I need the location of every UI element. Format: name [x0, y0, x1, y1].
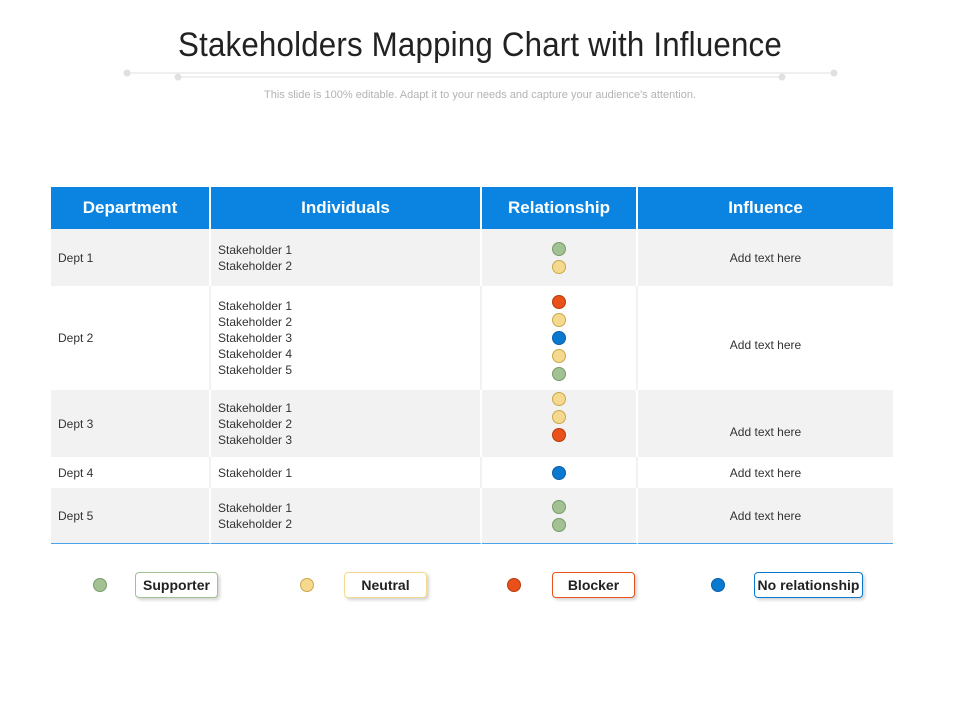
legend-no-relationship-dot: [711, 578, 725, 592]
relationship-cell: [482, 390, 638, 457]
stakeholder-name: Stakeholder 1: [218, 465, 293, 480]
neutral-indicator: [552, 409, 566, 424]
neutral-indicator: [552, 391, 566, 406]
header-relationship: Relationship: [482, 187, 638, 229]
stakeholder-name: Stakeholder 2: [218, 315, 293, 329]
table-row: Dept 5 Stakeholder 1 Stakeholder 2 Add text…: [51, 488, 893, 544]
blocker-indicator: [552, 427, 566, 442]
supporter-indicator: [552, 499, 566, 514]
influence-cell[interactable]: Add text here: [638, 488, 893, 544]
individuals-cell: Stakeholder 1 Stakeholder 2 Stakeholder 3: [211, 390, 482, 457]
no-relationship-indicator: [552, 465, 566, 480]
no-relationship-indicator: [552, 331, 566, 345]
stakeholder-name: Stakeholder 3: [218, 432, 293, 447]
legend-supporter-dot: [93, 578, 107, 592]
slide-subtitle: This slide is 100% editable. Adapt it to…: [264, 89, 696, 101]
neutral-indicator: [552, 313, 566, 327]
individuals-cell: Stakeholder 1 Stakeholder 2: [211, 488, 482, 544]
legend-supporter-label: Supporter: [135, 572, 218, 598]
stakeholder-name: Stakeholder 2: [218, 516, 293, 531]
stakeholder-name: Stakeholder 5: [218, 363, 293, 377]
relationship-cell: [482, 229, 638, 286]
individuals-cell: Stakeholder 1 Stakeholder 2 Stakeholder 3 S…: [211, 286, 482, 390]
neutral-indicator: [552, 259, 566, 274]
table-row: Dept 1 Stakeholder 1 Stakeholder 2 Add text…: [51, 229, 893, 286]
individuals-cell: Stakeholder 1 Stakeholder 2: [211, 229, 482, 286]
individuals-cell: Stakeholder 1: [211, 457, 482, 488]
table-row: Dept 2 Stakeholder 1 Stakeholder 2 Stakehol…: [51, 286, 893, 390]
legend-neutral-dot: [300, 578, 314, 592]
legend-blocker-dot: [507, 578, 521, 592]
slide-title: Stakeholders Mapping Chart with Influenc…: [178, 26, 782, 64]
influence-cell[interactable]: Add text here: [638, 390, 893, 457]
stakeholder-name: Stakeholder 4: [218, 347, 293, 361]
supporter-indicator: [552, 241, 566, 256]
influence-cell[interactable]: Add text here: [638, 286, 893, 390]
legend-no-relationship-label: No relationship: [754, 572, 863, 598]
neutral-indicator: [552, 349, 566, 363]
relationship-cell: [482, 488, 638, 544]
header-influence: Influence: [638, 187, 893, 229]
influence-cell[interactable]: Add text here: [638, 229, 893, 286]
department-cell: Dept 5: [51, 488, 211, 544]
stakeholder-table: Department Individuals Relationship Infl…: [51, 187, 893, 544]
stakeholder-name: Stakeholder 3: [218, 331, 293, 345]
department-cell: Dept 1: [51, 229, 211, 286]
blocker-indicator: [552, 295, 566, 309]
department-cell: Dept 4: [51, 457, 211, 488]
table-row: Dept 4 Stakeholder 1 Add text here: [51, 457, 893, 488]
stakeholder-name: Stakeholder 2: [218, 258, 293, 273]
stakeholder-name: Stakeholder 1: [218, 400, 293, 415]
table-row: Dept 3 Stakeholder 1 Stakeholder 2 Stakehol…: [51, 390, 893, 457]
stakeholder-name: Stakeholder 2: [218, 416, 293, 431]
header-individuals: Individuals: [211, 187, 482, 229]
stakeholder-name: Stakeholder 1: [218, 242, 293, 257]
stakeholder-name: Stakeholder 1: [218, 299, 293, 313]
legend-blocker-label: Blocker: [552, 572, 635, 598]
stakeholder-name: Stakeholder 1: [218, 500, 293, 515]
table-header-row: Department Individuals Relationship Infl…: [51, 187, 893, 229]
relationship-cell: [482, 457, 638, 488]
header-department: Department: [51, 187, 211, 229]
relationship-cell: [482, 286, 638, 390]
department-cell: Dept 2: [51, 286, 211, 390]
influence-cell[interactable]: Add text here: [638, 457, 893, 488]
supporter-indicator: [552, 517, 566, 532]
supporter-indicator: [552, 367, 566, 381]
legend-neutral-label: Neutral: [344, 572, 427, 598]
department-cell: Dept 3: [51, 390, 211, 457]
